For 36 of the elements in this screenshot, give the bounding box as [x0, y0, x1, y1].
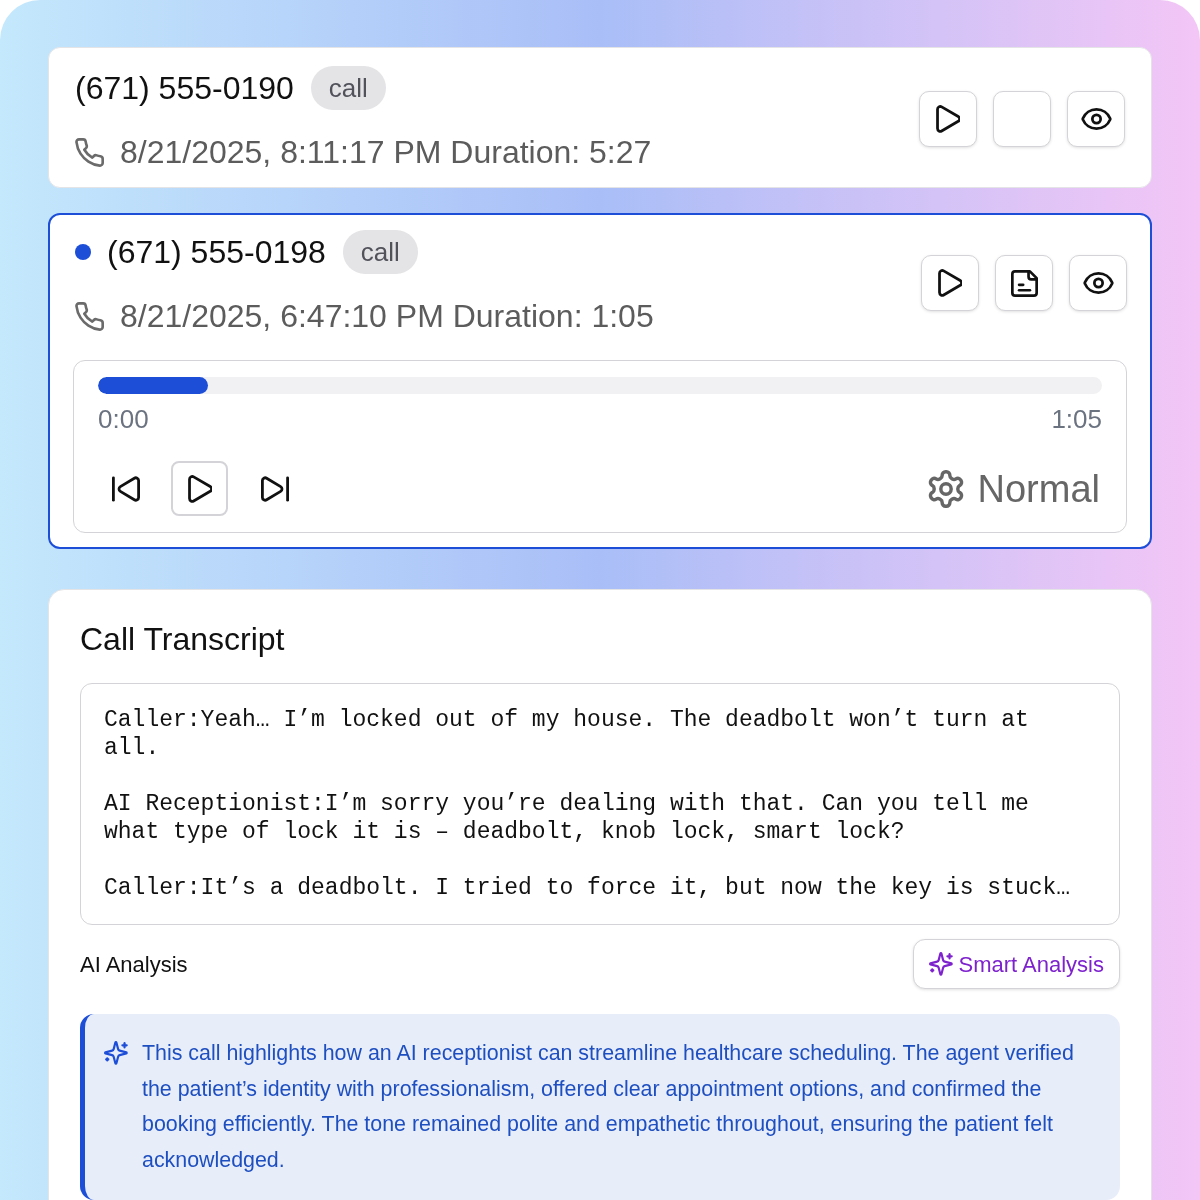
play-button[interactable] — [919, 91, 977, 147]
phone-icon — [75, 301, 104, 331]
eye-icon — [1082, 272, 1114, 294]
settings-icon — [926, 469, 965, 508]
elapsed-time: 0:00 — [98, 402, 149, 436]
play-icon — [187, 474, 212, 503]
sparkle-icon — [104, 1041, 128, 1065]
call-details: 8/21/2025, 8:11:17 PM Duration: 5:27 — [120, 133, 652, 172]
section-title: Call Transcript — [80, 620, 286, 659]
transcript-button[interactable] — [995, 255, 1053, 311]
view-button[interactable] — [1069, 255, 1127, 311]
transcript-message: Caller:It’s a deadbolt. I tried to force it, but now the key is stuck… — [104, 874, 1072, 902]
call-type-badge: call — [310, 66, 386, 110]
note-icon — [1010, 269, 1038, 297]
eye-icon — [1080, 108, 1112, 130]
phone-number: (671) 555-0198 — [107, 233, 326, 272]
phone-icon — [75, 137, 104, 167]
sparkle-icon — [928, 952, 953, 976]
analysis-label: AI Analysis — [80, 950, 188, 979]
play-button[interactable] — [921, 255, 979, 311]
transcript-message: Caller:Yeah… I’m locked out of my house. The deadbolt won’t turn at all. — [104, 706, 1030, 762]
skip-forward-icon — [261, 475, 289, 502]
view-button[interactable] — [1067, 91, 1125, 147]
play-button[interactable] — [171, 461, 228, 516]
call-type-badge: call — [342, 230, 418, 274]
analysis-summary: This call highlights how an AI receptionist can streamline healthcare scheduling. The agent verified the patient’s identity with professionalism, offered clear appointment options, and confirmed the booking efficiently. The tone remained polite and empathetic throughout, ensuring the patient felt acknowledged. — [142, 1040, 1075, 1174]
total-time: 1:05 — [1051, 402, 1102, 436]
call-details: 8/21/2025, 6:47:10 PM Duration: 1:05 — [120, 297, 654, 336]
play-icon — [938, 269, 962, 297]
progress-track[interactable] — [98, 377, 1102, 394]
skip-back-icon — [112, 475, 140, 502]
play-icon — [936, 105, 960, 133]
transcript-message: AI Receptionist:I’m sorry you’re dealing with that. Can you tell me what type of lock it is – deadbolt, knob lock, smart lock? — [104, 790, 1030, 846]
smart-analysis-button[interactable]: Smart Analysis — [912, 939, 1120, 989]
speed-button[interactable]: Normal — [926, 466, 1102, 511]
phone-number: (671) 555-0190 — [75, 69, 294, 108]
